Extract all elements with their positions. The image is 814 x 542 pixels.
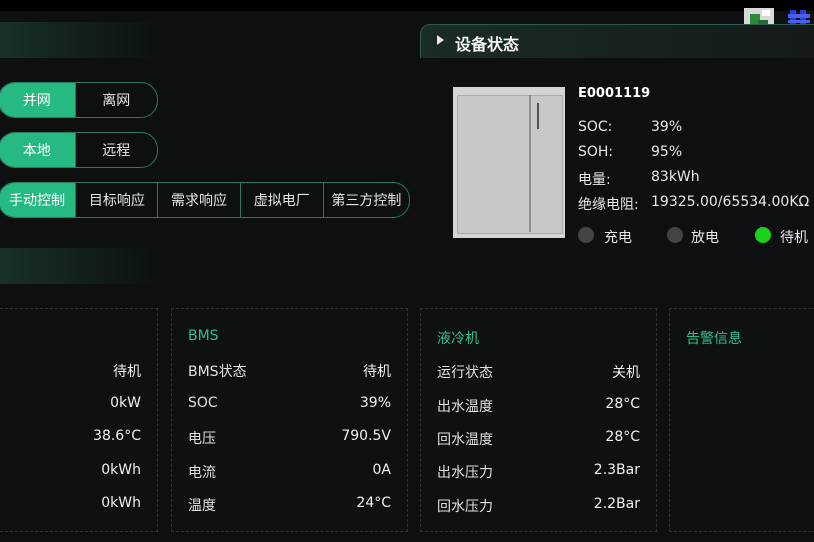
remote-option[interactable]: 远程: [76, 133, 157, 167]
bms-card: BMS BMS状态 待机 SOC 39% 电压 790.5V 电流 0A 温度 24°C: [171, 308, 408, 532]
pcs-row-power: 0kW: [110, 395, 141, 411]
energy-label: 电量:: [578, 172, 611, 188]
demand-response-option[interactable]: 需求响应: [158, 183, 241, 217]
pcs-row-temperature: 38.6°C: [93, 428, 141, 444]
triangle-right-icon: [437, 35, 444, 45]
left-panel-header-2: [0, 248, 156, 284]
soc-label: SOC:: [578, 119, 613, 135]
off-grid-option[interactable]: 离网: [76, 83, 157, 117]
local-option[interactable]: 本地: [0, 133, 76, 167]
bms-row-current: 电流 0A: [188, 462, 391, 481]
cooler-row-return-temp: 回水温度 28°C: [437, 429, 640, 448]
grid-connected-option[interactable]: 并网: [0, 83, 76, 117]
control-location-toggle: 本地 远程: [0, 132, 158, 168]
device-id: E0001119: [578, 86, 651, 101]
charging-label: 充电: [604, 230, 632, 246]
run-state-indicators: 充电 放电 待机: [578, 226, 814, 246]
top-bar: [0, 0, 814, 11]
standby-label: 待机: [780, 230, 808, 246]
energy-value: 83kWh: [651, 169, 700, 185]
bms-row-status: BMS状态 待机: [188, 364, 391, 380]
bms-row-temperature: 温度 24°C: [188, 495, 391, 514]
soh-label: SOH:: [578, 144, 614, 160]
device-status-header: 设备状态: [420, 24, 814, 58]
alarm-card-title: 告警信息: [686, 331, 742, 347]
bms-row-voltage: 电压 790.5V: [188, 428, 391, 447]
manual-control-option[interactable]: 手动控制: [0, 183, 77, 217]
third-party-control-option[interactable]: 第三方控制: [324, 183, 409, 217]
cooler-row-outlet-temp: 出水温度 28°C: [437, 396, 640, 415]
cooler-row-return-pressure: 回水压力 2.2Bar: [437, 496, 640, 515]
soc-value: 39%: [651, 119, 683, 135]
bms-row-soc: SOC 39%: [188, 395, 391, 411]
pcs-row-discharge-energy: 0kWh: [101, 495, 141, 511]
battery-cabinet-image: [453, 87, 565, 238]
pcs-row-charge-energy: 0kWh: [101, 462, 141, 478]
device-status-title: 设备状态: [455, 35, 520, 54]
soh-value: 95%: [651, 144, 683, 160]
left-panel-header: [0, 22, 156, 58]
discharging-indicator-icon: [667, 227, 683, 243]
discharging-label: 放电: [691, 230, 719, 246]
cooler-row-run-status: 运行状态 关机: [437, 365, 640, 381]
bms-card-title: BMS: [188, 328, 219, 344]
charging-indicator-icon: [578, 227, 594, 243]
liquid-cooler-card-title: 液冷机: [437, 331, 479, 347]
standby-indicator-icon: [755, 227, 771, 243]
insulation-resistance-value: 19325.00/65534.00KΩ: [651, 194, 810, 210]
virtual-power-plant-option[interactable]: 虚拟电厂: [241, 183, 324, 217]
pcs-card: 待机 0kW 38.6°C 0kWh 0kWh: [0, 308, 158, 532]
pcs-row-status: 待机: [113, 364, 141, 380]
target-response-option[interactable]: 目标响应: [76, 183, 159, 217]
insulation-resistance-label: 绝缘电阻:: [578, 197, 639, 213]
alarm-card: 告警信息: [669, 308, 814, 532]
cooler-row-outlet-pressure: 出水压力 2.3Bar: [437, 462, 640, 481]
grid-mode-toggle: 并网 离网: [0, 82, 158, 118]
control-mode-tabs: 手动控制 目标响应 需求响应 虚拟电厂 第三方控制: [0, 182, 410, 218]
liquid-cooler-card: 液冷机 运行状态 关机 出水温度 28°C 回水温度 28°C 出水压力 2.3Bar …: [420, 308, 657, 532]
